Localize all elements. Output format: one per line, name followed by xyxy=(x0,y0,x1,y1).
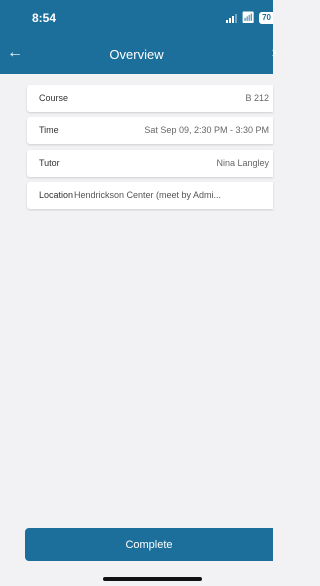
battery-icon: 70 xyxy=(259,12,273,24)
detail-label: Location xyxy=(39,190,74,200)
detail-value: Nina Langley xyxy=(216,158,269,168)
detail-label: Time xyxy=(39,125,59,135)
home-indicator xyxy=(103,577,202,581)
detail-value: B 212 xyxy=(245,93,269,103)
nav-bar: ← Overview › xyxy=(0,36,277,74)
wifi-icon: 📶︎ xyxy=(241,12,256,24)
signal-icon xyxy=(226,13,238,23)
detail-value: Sat Sep 09, 2:30 PM - 3:30 PM xyxy=(144,125,269,135)
system-icons: 📶︎ 70 xyxy=(226,11,273,25)
detail-label: Course xyxy=(39,93,69,103)
page-title: Overview xyxy=(109,47,164,62)
detail-value: Hendrickson Center (meet by Admi... xyxy=(74,190,222,200)
detail-row-tutor: Tutor Nina Langley xyxy=(27,150,273,177)
status-bar: 8:54 📶︎ 70 xyxy=(0,0,273,36)
detail-row-time: Time Sat Sep 09, 2:30 PM - 3:30 PM xyxy=(27,117,273,144)
chevron-right-icon[interactable]: › xyxy=(272,44,277,62)
detail-label: Tutor xyxy=(39,158,60,168)
detail-row-course: Course B 212 xyxy=(27,85,273,112)
complete-button[interactable]: Complete xyxy=(25,528,273,561)
detail-row-location: Location Hendrickson Center (meet by Adm… xyxy=(27,182,273,209)
status-time: 8:54 xyxy=(32,11,57,25)
